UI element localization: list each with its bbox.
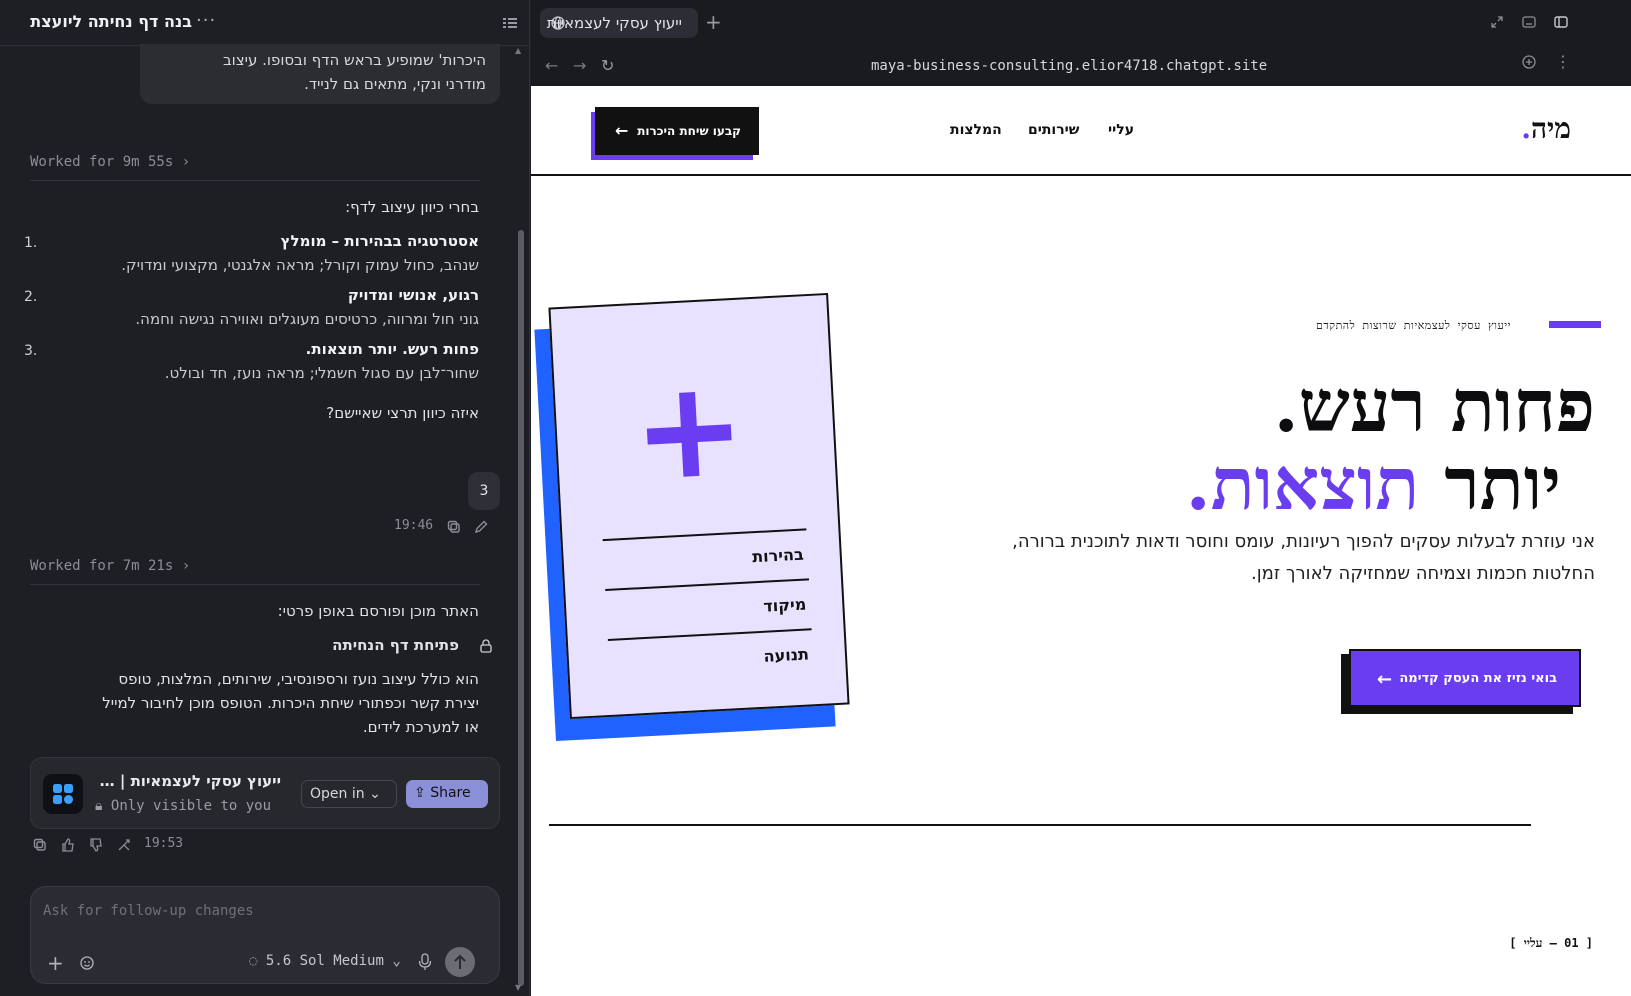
hero-heading-line1: פחות רעש. — [1273, 363, 1595, 448]
microphone-icon[interactable] — [417, 953, 433, 971]
url-field[interactable]: maya-business-consulting.elior4718.chatg… — [871, 58, 1267, 74]
sidebar-toggle-icon[interactable] — [500, 13, 520, 33]
chevron-down-icon: ⌄ — [392, 953, 401, 969]
section-divider — [549, 824, 1531, 826]
send-button[interactable] — [445, 947, 475, 977]
compose-box[interactable]: Ask for follow-up changes + ◌ 5.6 Sol Me… — [30, 886, 500, 984]
divider — [30, 180, 480, 181]
option-number: 2. — [24, 289, 38, 305]
chat-panel: בנה דף נחיתה ליועצת ··· היכרות' שמופיע ב… — [0, 0, 530, 996]
question-text: איזה כיוון תרצי שאיישם? — [326, 404, 479, 422]
assistant-message-top: היכרות' שמופיע בראש הדף ובסופו. עיצוב מו… — [140, 44, 500, 104]
message-line: היכרות' שמופיע בראש הדף ובסופו. עיצוב — [222, 51, 486, 69]
address-bar: ← → ↻ maya-business-consulting.elior4718… — [531, 46, 1631, 86]
more-options-icon[interactable]: ··· — [196, 10, 216, 31]
emoji-icon[interactable] — [79, 955, 95, 971]
reload-icon[interactable]: ↻ — [601, 56, 614, 75]
option-number: 1. — [24, 235, 38, 251]
thumbs-up-icon[interactable] — [60, 837, 76, 853]
site-header: מיה. עליי שירותים המלצות ← קבעו שיחת היכ… — [531, 86, 1631, 176]
lock-icon — [480, 639, 492, 653]
chat-header: בנה דף נחיתה ליועצת ··· — [0, 0, 530, 46]
card-title: ייעוץ עסקי לעצמאיות | … — [99, 772, 281, 790]
card-word: תנועה — [763, 644, 810, 666]
divider — [30, 584, 480, 585]
app-icon — [43, 774, 83, 814]
share-button[interactable]: ⇪ Share — [406, 780, 488, 808]
thumbs-down-icon[interactable] — [88, 837, 104, 853]
scroll-down-arrow[interactable]: ▼ — [515, 983, 521, 992]
copy-icon[interactable] — [32, 837, 48, 853]
followup-input[interactable]: Ask for follow-up changes — [43, 903, 254, 919]
option-desc: גוני חול ומרווה, כרטיסים מעוגלים ואווירה… — [135, 310, 479, 328]
book-call-button[interactable]: ← קבעו שיחת היכרות — [595, 107, 759, 155]
message-line: מודרני ונקי, מתאים גם לנייד. — [304, 75, 486, 93]
arrow-left-icon: ← — [615, 121, 629, 140]
site-preview-card[interactable]: ייעוץ עסקי לעצמאיות | … 🔒︎ Only visible … — [30, 757, 500, 829]
reply-time: 19:53 — [144, 836, 184, 851]
hero-description: אני עוזרת לבעלות עסקים להפוך רעיונות, עו… — [1012, 531, 1595, 584]
copy-icon[interactable] — [446, 519, 462, 535]
user-message: 3 — [468, 472, 500, 510]
share-icon: ⇪ — [414, 785, 426, 801]
section-pager: [ 01 — עליי ] — [1509, 936, 1593, 950]
eyebrow-text: ייעוץ עסקי לעצמאיות שרוצות להתקדם — [1316, 319, 1511, 332]
chat-scrollbar[interactable] — [518, 230, 524, 986]
back-icon[interactable]: ← — [545, 56, 558, 75]
panel-icon[interactable] — [1521, 14, 1537, 30]
nav-about[interactable]: עליי — [1108, 122, 1134, 138]
site-logo[interactable]: מיה. — [1521, 112, 1571, 146]
option-desc: שנהב, כחול עמוק וקורל; מראה אלגנטי, מקצו… — [121, 256, 479, 274]
card-word: בהירות — [751, 544, 805, 567]
loading-icon: ◌ — [249, 953, 258, 969]
hero-heading-line2: יותר תוצאות. — [1185, 441, 1561, 526]
worked-for-2[interactable]: Worked for 7m 21s › — [30, 558, 190, 574]
expand-icon[interactable] — [1489, 14, 1505, 30]
card-visibility: 🔒︎ Only visible to you — [95, 798, 272, 814]
option-title: אסטרטגיה בבהירות – מומלץ — [280, 232, 479, 250]
option-desc: שחור־לבן עם סגול חשמלי; מראה נועז, חד וב… — [164, 364, 479, 382]
chevron-down-icon: ⌄ — [369, 786, 381, 802]
grid-icon — [53, 784, 73, 804]
tab-strip: ייעוץ עסקי לעצמאיות + — [531, 0, 1631, 46]
open-landing-link[interactable]: פתיחת דף הנחיתה — [332, 636, 459, 654]
summary-line: הוא כולל עיצוב נועז ורספונסיבי, שירותים,… — [118, 670, 479, 688]
message-time: 19:46 — [394, 518, 434, 533]
arrow-up-icon — [454, 954, 466, 969]
card-rule — [607, 628, 812, 641]
add-icon[interactable]: + — [47, 951, 64, 975]
option-title: רגוע, אנושי ומדויק — [347, 286, 479, 304]
add-bookmark-icon[interactable] — [1521, 54, 1537, 70]
ready-text: האתר מוכן ופורסם באופן פרטי: — [277, 602, 479, 620]
sidebar-icon[interactable] — [1553, 14, 1569, 30]
forward-icon[interactable]: → — [573, 56, 586, 75]
nav-services[interactable]: שירותים — [1028, 122, 1079, 138]
option-title: פחות רעש. יותר תוצאות. — [305, 340, 479, 358]
hero-card: בהירות מיקוד תנועה — [548, 292, 850, 720]
nav-testimonials[interactable]: המלצות — [950, 122, 1002, 138]
plus-icon-horizontal — [646, 424, 732, 445]
branch-icon[interactable] — [116, 837, 132, 853]
scroll-up-arrow[interactable]: ▲ — [515, 46, 521, 55]
arrow-left-icon: ← — [1377, 669, 1393, 690]
intro-text: בחרי כיוון עיצוב לדף: — [345, 198, 479, 216]
summary-line: יצירת קשר וכפתורי שיחת היכרות. הטופס מוכ… — [102, 694, 479, 712]
summary-line: או למערכת לידים. — [362, 718, 479, 736]
new-tab-icon[interactable]: + — [705, 10, 722, 34]
option-number: 3. — [24, 343, 38, 359]
move-forward-button[interactable]: ← בואי נזיז את העסק קדימה — [1349, 649, 1581, 707]
eyebrow-bar — [1549, 321, 1601, 328]
chat-title: בנה דף נחיתה ליועצת — [30, 12, 192, 31]
open-in-button[interactable]: Open in ⌄ — [301, 780, 397, 808]
website-viewport: מיה. עליי שירותים המלצות ← קבעו שיחת היכ… — [531, 86, 1631, 996]
card-word: מיקוד — [762, 594, 807, 616]
edit-icon[interactable] — [473, 519, 489, 535]
browser-tab[interactable]: ייעוץ עסקי לעצמאיות — [540, 8, 698, 38]
worked-for-1[interactable]: Worked for 9m 55s › — [30, 154, 190, 170]
tab-title: ייעוץ עסקי לעצמאיות — [546, 14, 682, 32]
card-rule — [605, 578, 810, 592]
browser-menu-icon[interactable]: ⋮ — [1555, 52, 1571, 71]
card-rule — [602, 528, 807, 542]
model-selector[interactable]: ◌ 5.6 Sol Medium ⌄ — [249, 953, 401, 969]
